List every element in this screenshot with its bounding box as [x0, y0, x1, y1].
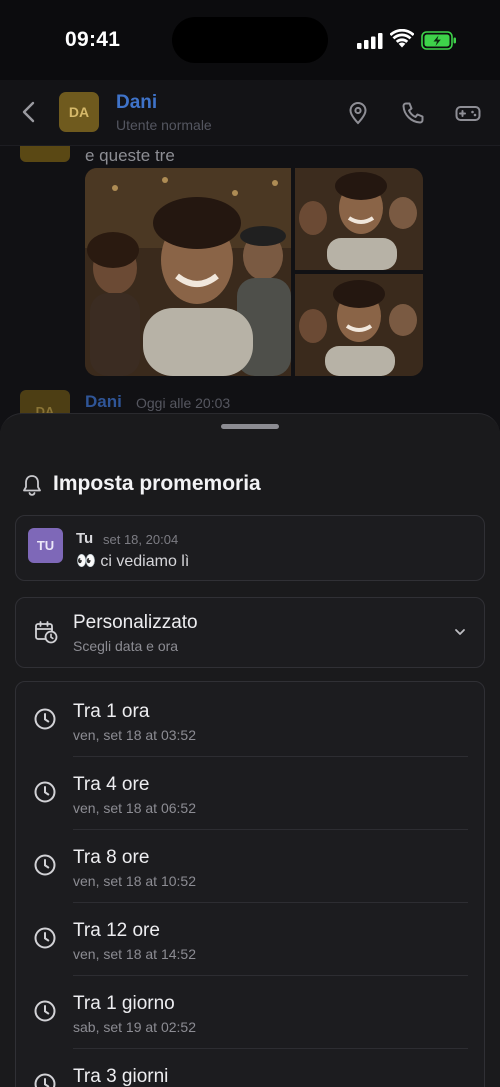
reminder-option-3d[interactable]: Tra 3 giorni — [16, 1047, 484, 1087]
gamepad-icon[interactable] — [454, 100, 482, 126]
option-label: Tra 1 giorno — [73, 993, 175, 1014]
clock-icon — [34, 1000, 56, 1022]
quoted-author: Tu — [76, 530, 94, 547]
reminder-option-1h[interactable]: Tra 1 ora ven, set 18 at 03:52 — [16, 682, 484, 755]
bell-icon — [23, 475, 41, 496]
option-datetime: ven, set 18 at 10:52 — [73, 873, 196, 889]
reminder-option-12h[interactable]: Tra 12 ore ven, set 18 at 14:52 — [16, 901, 484, 974]
custom-subtitle: Scegli data e ora — [73, 638, 179, 654]
custom-reminder-dropdown[interactable]: Personalizzato Scegli data e ora — [15, 597, 485, 668]
phone-icon[interactable] — [400, 100, 426, 126]
contact-status: Utente normale — [116, 117, 212, 133]
battery-icon — [421, 31, 456, 50]
option-datetime: ven, set 18 at 06:52 — [73, 800, 196, 816]
option-datetime: ven, set 18 at 03:52 — [73, 727, 196, 743]
photo-small-top[interactable] — [295, 168, 423, 270]
reminder-option-4h[interactable]: Tra 4 ore ven, set 18 at 06:52 — [16, 755, 484, 828]
custom-title: Personalizzato — [73, 612, 198, 633]
quoted-message: TU Tu set 18, 20:04 👀 ci vediamo lì — [15, 515, 485, 581]
option-label: Tra 1 ora — [73, 701, 150, 722]
back-icon[interactable] — [16, 98, 42, 126]
status-bar: 09:41 — [0, 0, 500, 80]
chat-header: DA Dani Utente normale — [0, 80, 500, 146]
message-text: e queste tre — [85, 146, 175, 165]
photo-gallery[interactable] — [85, 168, 423, 376]
message-author: Dani — [85, 392, 122, 411]
wifi-icon — [390, 29, 414, 48]
dynamic-island — [172, 17, 328, 63]
photo-large[interactable] — [85, 168, 291, 376]
chat-history: e queste tre DA Dani Oggi alle 20:03 — [0, 146, 500, 446]
clock-icon — [34, 781, 56, 803]
option-datetime: sab, set 19 at 02:52 — [73, 1019, 196, 1035]
clock-icon — [34, 854, 56, 876]
option-label: Tra 8 ore — [73, 847, 150, 868]
photo-small-bottom[interactable] — [295, 274, 423, 376]
quoted-timestamp: set 18, 20:04 — [103, 532, 179, 547]
chevron-down-icon — [455, 629, 465, 635]
option-datetime: ven, set 18 at 14:52 — [73, 946, 196, 962]
avatar[interactable]: DA — [59, 92, 99, 132]
location-icon[interactable] — [345, 100, 371, 126]
clock-icon — [34, 1073, 56, 1087]
avatar: TU — [28, 528, 63, 563]
reminder-options: Tra 1 ora ven, set 18 at 03:52 Tra 4 ore… — [15, 681, 485, 1087]
avatar — [20, 146, 70, 162]
clock-icon — [34, 708, 56, 730]
sheet-grabber[interactable] — [221, 424, 279, 429]
quoted-text: 👀 ci vediamo lì — [76, 553, 190, 570]
option-label: Tra 12 ore — [73, 920, 160, 941]
clock-icon — [34, 927, 56, 949]
calendar-clock-icon — [35, 621, 58, 644]
reminder-option-8h[interactable]: Tra 8 ore ven, set 18 at 10:52 — [16, 828, 484, 901]
option-label: Tra 3 giorni — [73, 1066, 169, 1087]
contact-name[interactable]: Dani — [116, 92, 157, 114]
status-time: 09:41 — [65, 28, 121, 51]
option-label: Tra 4 ore — [73, 774, 150, 795]
message-timestamp: Oggi alle 20:03 — [136, 395, 231, 411]
sheet-title: Imposta promemoria — [53, 472, 261, 495]
signal-icon — [357, 33, 383, 49]
reminder-sheet: Imposta promemoria TU Tu set 18, 20:04 👀… — [0, 413, 500, 1087]
reminder-option-1d[interactable]: Tra 1 giorno sab, set 19 at 02:52 — [16, 974, 484, 1047]
